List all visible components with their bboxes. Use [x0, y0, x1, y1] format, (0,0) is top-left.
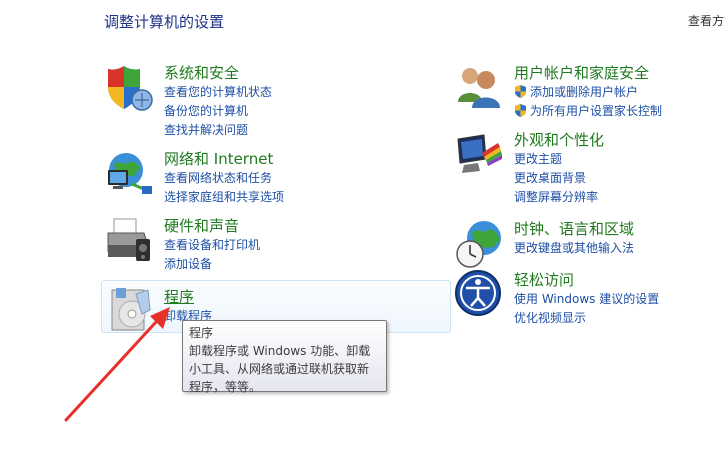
category-title-network-internet[interactable]: 网络和 Internet: [164, 148, 273, 169]
ease-of-access-icon[interactable]: [454, 269, 506, 321]
category-network-internet: 网络和 Internet 查看网络状态和任务 选择家庭组和共享选项: [104, 148, 404, 208]
category-title-user-accounts[interactable]: 用户帐户和家庭安全: [514, 62, 649, 83]
link-add-device[interactable]: 添加设备: [164, 255, 260, 274]
category-appearance: 外观和个性化 更改主题 更改桌面背景 调整屏幕分辨率: [454, 129, 724, 205]
link-troubleshoot[interactable]: 查找并解决问题: [164, 121, 272, 140]
network-globe-icon[interactable]: [104, 148, 156, 200]
link-change-keyboard-input[interactable]: 更改键盘或其他输入法: [514, 239, 634, 258]
page-title: 调整计算机的设置: [104, 13, 225, 31]
category-system-security: 系统和安全 查看您的计算机状态 备份您的计算机 查找并解决问题: [104, 62, 404, 138]
link-homegroup-sharing[interactable]: 选择家庭组和共享选项: [164, 188, 284, 207]
programs-disc-icon[interactable]: [106, 284, 158, 336]
link-parental-controls-label: 为所有用户设置家长控制: [530, 104, 663, 118]
category-title-programs[interactable]: 程序: [164, 286, 194, 307]
link-change-desktop-background[interactable]: 更改桌面背景: [514, 169, 598, 188]
link-optimize-visual-display[interactable]: 优化视频显示: [514, 309, 659, 328]
tooltip-body: 卸载程序或 Windows 功能、卸载小工具、从网络或通过联机获取新程序，等等。: [189, 344, 371, 394]
category-title-clock-language-region[interactable]: 时钟、语言和区域: [514, 218, 634, 239]
users-icon[interactable]: [454, 62, 506, 114]
clock-globe-icon[interactable]: [454, 218, 506, 270]
link-backup-computer[interactable]: 备份您的计算机: [164, 102, 272, 121]
uac-shield-icon: [515, 104, 526, 117]
printer-icon[interactable]: [104, 215, 156, 267]
view-by-label[interactable]: 查看方式: [688, 12, 725, 29]
link-devices-printers[interactable]: 查看设备和打印机: [164, 236, 260, 255]
uac-shield-icon: [515, 85, 526, 98]
link-parental-controls[interactable]: 为所有用户设置家长控制: [514, 102, 662, 121]
category-hardware-sound: 硬件和声音 查看设备和打印机 添加设备: [104, 215, 404, 275]
link-change-theme[interactable]: 更改主题: [514, 150, 598, 169]
link-add-remove-accounts-label: 添加或删除用户帐户: [530, 85, 639, 99]
link-view-computer-status[interactable]: 查看您的计算机状态: [164, 83, 272, 102]
programs-tooltip: 程序 卸载程序或 Windows 功能、卸载小工具、从网络或通过联机获取新程序，…: [182, 320, 387, 394]
category-title-system-security[interactable]: 系统和安全: [164, 62, 239, 83]
category-title-hardware-sound[interactable]: 硬件和声音: [164, 215, 239, 236]
shield-icon[interactable]: [104, 62, 156, 114]
category-ease-of-access: 轻松访问 使用 Windows 建议的设置 优化视频显示: [454, 269, 724, 329]
category-user-accounts: 用户帐户和家庭安全 添加或删除用户帐户 为所有用户设置家长控制: [454, 62, 724, 122]
link-windows-recommended-settings[interactable]: 使用 Windows 建议的设置: [514, 290, 659, 309]
appearance-monitor-icon[interactable]: [454, 129, 506, 181]
category-clock-language-region: 时钟、语言和区域 更改键盘或其他输入法: [454, 218, 724, 270]
link-adjust-resolution[interactable]: 调整屏幕分辨率: [514, 188, 598, 207]
link-add-remove-accounts[interactable]: 添加或删除用户帐户: [514, 83, 662, 102]
category-title-ease-of-access[interactable]: 轻松访问: [514, 269, 574, 290]
category-title-appearance[interactable]: 外观和个性化: [514, 129, 604, 150]
link-view-network-status[interactable]: 查看网络状态和任务: [164, 169, 284, 188]
tooltip-title: 程序: [189, 326, 214, 340]
